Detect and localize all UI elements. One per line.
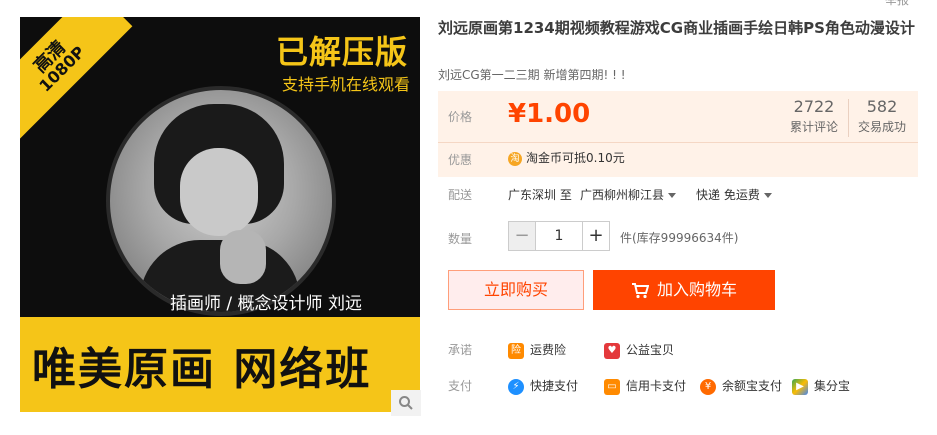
quick-pay[interactable]: ⚡ 快捷支付 bbox=[508, 377, 578, 395]
unzipped-badge: 已解压版 bbox=[275, 33, 408, 71]
report-link[interactable]: 举报 bbox=[885, 0, 909, 8]
ship-to-select[interactable]: 广西柳州柳江县 bbox=[580, 186, 677, 203]
lightning-icon: ⚡ bbox=[508, 378, 524, 395]
credit-card-pay[interactable]: ▭ 信用卡支付 bbox=[604, 377, 686, 395]
freight-insurance[interactable]: 险运费险 bbox=[508, 341, 566, 359]
add-to-cart-button[interactable]: 加入购物车 bbox=[593, 270, 775, 310]
play-icon: ▶ bbox=[792, 378, 808, 395]
promise-label: 承诺 bbox=[448, 343, 473, 357]
jifenbao-pay-text: 集分宝 bbox=[814, 379, 851, 393]
yuebao-pay-text: 余额宝支付 bbox=[722, 379, 783, 393]
quantity-stepper[interactable]: − 1 + bbox=[508, 221, 610, 251]
stock-text: 件(库存99996634件) bbox=[620, 231, 739, 245]
credit-card-icon: ▭ bbox=[604, 378, 620, 395]
sales-count: 582 bbox=[866, 97, 898, 116]
hd-ribbon: 高清 1080P bbox=[20, 17, 133, 140]
shipping-label: 配送 bbox=[448, 188, 473, 202]
heart-icon: ♥ bbox=[604, 342, 620, 359]
shipping-row: 配送 广东深圳 至 广西柳州柳江县 快递 免运费 bbox=[438, 184, 918, 204]
product-title: 刘远原画第1234期视频教程游戏CG商业插画手绘日韩PS角色动漫设计 bbox=[438, 19, 915, 37]
sales-label: 交易成功 bbox=[858, 120, 907, 134]
price-box: 价格 ¥1.00 2722 累计评论 582 交易成功 优惠 淘淘金币可抵0.1… bbox=[438, 91, 918, 177]
currency-symbol: ¥ bbox=[508, 99, 527, 129]
payment-label: 支付 bbox=[448, 379, 473, 393]
price-amount: 1.00 bbox=[526, 99, 591, 129]
credit-card-pay-text: 信用卡支付 bbox=[626, 379, 687, 393]
chevron-down-icon bbox=[763, 193, 772, 198]
promo-label: 优惠 bbox=[448, 153, 473, 167]
quick-pay-text: 快捷支付 bbox=[530, 379, 579, 393]
ship-to-text: 广西柳州柳江县 bbox=[580, 188, 665, 202]
price-divider bbox=[438, 142, 918, 143]
portrait-photo bbox=[106, 86, 336, 316]
search-icon[interactable] bbox=[391, 390, 421, 416]
money-bag-icon: ¥ bbox=[700, 378, 716, 395]
ship-method-select[interactable]: 快递 免运费 bbox=[696, 186, 772, 203]
charity-text: 公益宝贝 bbox=[626, 343, 675, 357]
increase-button[interactable]: + bbox=[582, 222, 609, 250]
insurance-icon: 险 bbox=[508, 342, 524, 359]
role-caption: 插画师 / 概念设计师 刘远 bbox=[170, 294, 362, 314]
price-value: ¥1.00 bbox=[508, 99, 590, 129]
taobao-coin-icon: 淘 bbox=[508, 151, 522, 166]
ship-method-text: 快递 免运费 bbox=[696, 188, 760, 202]
banner-text: 唯美原画 网络班 bbox=[32, 344, 372, 395]
decrease-button[interactable]: − bbox=[509, 222, 535, 250]
chevron-down-icon bbox=[668, 193, 677, 198]
product-subtitle: 刘远CG第一二三期 新增第四期! ! ! bbox=[438, 68, 626, 82]
reviews-stat[interactable]: 2722 累计评论 bbox=[790, 97, 838, 135]
cart-icon bbox=[631, 282, 650, 298]
sales-stat: 582 交易成功 bbox=[858, 97, 906, 135]
promo-info: 淘淘金币可抵0.10元 bbox=[508, 149, 625, 166]
buy-now-button[interactable]: 立即购买 bbox=[448, 270, 584, 310]
quantity-input[interactable]: 1 bbox=[535, 222, 582, 250]
freight-insurance-text: 运费险 bbox=[530, 343, 567, 357]
promo-text: 淘金币可抵0.10元 bbox=[526, 151, 625, 165]
product-image[interactable]: 高清 1080P 已解压版 支持手机在线观看 插画师 / 概念设计师 刘远 唯美… bbox=[20, 17, 420, 412]
mobile-support-text: 支持手机在线观看 bbox=[281, 75, 410, 94]
ship-from: 广东深圳 至 bbox=[508, 188, 572, 202]
charity-item[interactable]: ♥ 公益宝贝 bbox=[604, 341, 674, 359]
jifenbao-pay[interactable]: ▶ 集分宝 bbox=[792, 377, 850, 395]
reviews-label: 累计评论 bbox=[790, 120, 839, 134]
add-to-cart-label: 加入购物车 bbox=[656, 280, 737, 299]
quantity-row: 数量 − 1 + 件(库存99996634件) bbox=[438, 221, 918, 251]
reviews-count: 2722 bbox=[793, 97, 835, 116]
banner: 唯美原画 网络班 bbox=[20, 317, 420, 412]
yuebao-pay[interactable]: ¥ 余额宝支付 bbox=[700, 377, 782, 395]
quantity-label: 数量 bbox=[448, 232, 473, 246]
stat-divider bbox=[848, 99, 849, 137]
price-label: 价格 bbox=[448, 110, 473, 124]
